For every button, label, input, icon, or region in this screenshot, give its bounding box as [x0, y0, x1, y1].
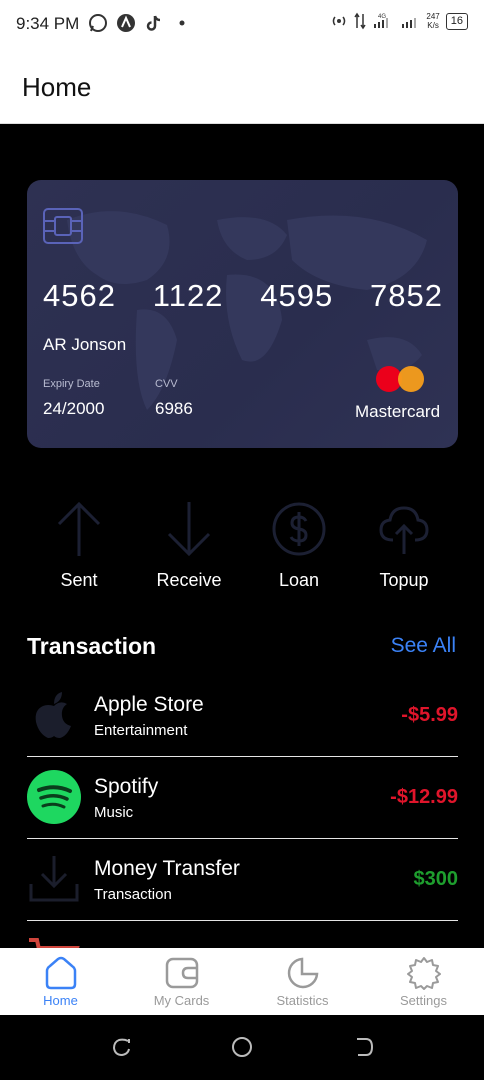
- whatsapp-icon: [89, 14, 107, 32]
- card-brand: Mastercard: [355, 402, 441, 421]
- arrow-down-icon: [167, 502, 211, 557]
- action-label: Sent: [60, 570, 98, 590]
- nav-label: My Cards: [153, 993, 210, 1008]
- nav-label: Settings: [400, 993, 447, 1008]
- action-label: Receive: [156, 570, 222, 590]
- cloud-upload-icon: [379, 506, 429, 554]
- network-speed: 247 K/s: [426, 12, 439, 30]
- data-arrows-icon: [354, 12, 367, 30]
- mastercard-logo: [376, 366, 428, 392]
- transaction-row[interactable]: Money Transfer Transaction $300: [27, 839, 458, 921]
- bottom-navigation: Home My Cards Statistics Settings: [0, 948, 484, 1015]
- nav-label: Statistics: [276, 993, 329, 1008]
- system-indicators: 4G 247 K/s 16: [330, 12, 468, 30]
- nav-item-home[interactable]: Home: [0, 948, 121, 1015]
- card-number-group: 4595: [260, 278, 334, 313]
- receive-button[interactable]: Receive: [134, 500, 244, 591]
- status-bar: 9:34 PM 4G 247 K/s 16: [0, 0, 484, 50]
- gear-icon: [406, 957, 441, 990]
- topup-button[interactable]: Topup: [349, 500, 459, 591]
- action-label: Topup: [379, 570, 429, 590]
- credit-card[interactable]: 4562 1122 4595 7852 AR Jonson Expiry Dat…: [27, 180, 458, 448]
- transaction-row[interactable]: Apple Store Entertainment -$5.99: [27, 675, 458, 757]
- hotspot-icon: [333, 16, 346, 26]
- apple-icon: [35, 692, 71, 738]
- cart-icon: [29, 938, 80, 948]
- status-time: 9:34 PM: [16, 14, 80, 33]
- app-icon: [117, 14, 135, 32]
- dot-icon: [179, 20, 185, 26]
- tiktok-icon: [146, 15, 161, 31]
- notification-icons: [88, 13, 192, 33]
- card-number-group: 1122: [152, 278, 224, 313]
- card-number: 4562 1122 4595 7852: [43, 278, 443, 314]
- speed-unit: K/s: [427, 21, 439, 30]
- battery-level: 16: [445, 12, 468, 30]
- nav-item-my-cards[interactable]: My Cards: [121, 948, 242, 1015]
- nav-item-settings[interactable]: Settings: [363, 948, 484, 1015]
- transaction-amount: -$12.99: [390, 786, 458, 808]
- nav-item-statistics[interactable]: Statistics: [242, 948, 363, 1015]
- expiry-value: 24/2000: [43, 399, 105, 418]
- spotify-icon: [27, 770, 81, 824]
- action-label: Loan: [278, 570, 320, 590]
- transaction-category: Transaction: [94, 886, 172, 903]
- transaction-row[interactable]: [27, 921, 458, 948]
- recent-apps-icon[interactable]: [110, 1035, 134, 1059]
- download-icon: [29, 856, 79, 902]
- transaction-row[interactable]: Spotify Music -$12.99: [27, 757, 458, 839]
- transaction-name: Apple Store: [94, 693, 204, 716]
- wallet-icon: [165, 957, 198, 989]
- arrow-up-icon: [57, 501, 101, 556]
- transaction-name: Spotify: [94, 775, 159, 798]
- chip-icon: [43, 208, 83, 244]
- transaction-category: Entertainment: [94, 722, 188, 739]
- dollar-circle-icon: [272, 502, 326, 556]
- transaction-amount: -$5.99: [401, 704, 458, 726]
- speed-value: 247: [426, 12, 440, 21]
- card-number-group: 4562: [43, 278, 116, 313]
- app-bar: Home: [0, 50, 484, 124]
- nav-label: Home: [43, 993, 78, 1008]
- page-title: Home: [22, 72, 92, 102]
- transaction-list: Apple Store Entertainment -$5.99 Spotify…: [27, 675, 458, 948]
- sent-button[interactable]: Sent: [24, 500, 134, 591]
- back-icon[interactable]: [352, 1035, 376, 1059]
- loan-button[interactable]: Loan: [244, 500, 354, 591]
- quick-actions: Sent Receive Loan Topup: [0, 500, 484, 600]
- cvv-value: 6986: [155, 399, 193, 418]
- transaction-amount: $300: [413, 868, 459, 890]
- network-type: 4G: [378, 14, 386, 20]
- transaction-category: Music: [94, 804, 134, 821]
- signal-icon: [402, 18, 417, 28]
- see-all-link[interactable]: See All: [391, 634, 456, 658]
- pie-chart-icon: [287, 957, 318, 989]
- card-number-group: 7852: [370, 278, 443, 313]
- system-navigation-bar: [0, 1015, 484, 1080]
- card-holder-name: AR Jonson: [43, 335, 127, 354]
- home-system-icon[interactable]: [230, 1035, 254, 1059]
- mastercard-yellow-circle: [398, 366, 424, 392]
- transactions-heading: Transaction: [27, 633, 157, 659]
- signal-icon: 4G: [374, 14, 389, 28]
- expiry-label: Expiry Date: [43, 378, 100, 390]
- transaction-name: Money Transfer: [94, 857, 240, 880]
- home-icon: [45, 956, 76, 990]
- cvv-label: CVV: [155, 378, 178, 390]
